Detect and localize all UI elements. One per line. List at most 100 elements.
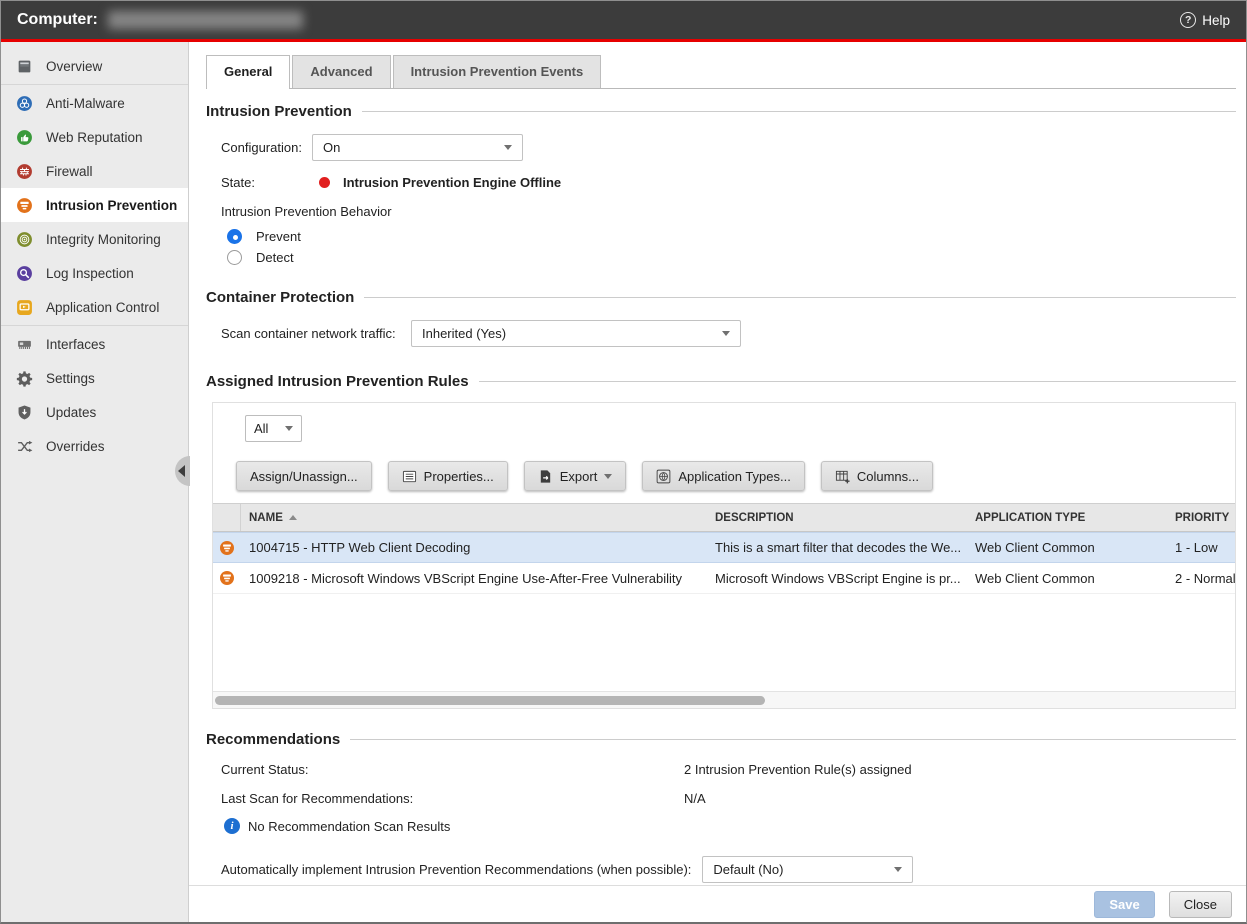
detect-label: Detect: [256, 250, 294, 265]
overview-icon: [16, 58, 33, 75]
scan-container-row: Scan container network traffic: Inherite…: [221, 320, 1236, 347]
sidebar-label: Log Inspection: [46, 266, 134, 281]
sidebar-label: Intrusion Prevention: [46, 198, 177, 213]
scan-container-select[interactable]: Inherited (Yes): [411, 320, 741, 347]
properties-label: Properties...: [424, 469, 494, 484]
sidebar-item-overrides[interactable]: Overrides: [1, 429, 188, 463]
sidebar-divider: [1, 325, 188, 326]
sidebar-label: Integrity Monitoring: [46, 232, 161, 247]
integrity-monitoring-icon: [16, 231, 33, 248]
application-types-label: Application Types...: [678, 469, 791, 484]
sidebar-divider: [1, 84, 188, 85]
sidebar-item-interfaces[interactable]: Interfaces: [1, 327, 188, 361]
section-title: Assigned Intrusion Prevention Rules: [206, 373, 469, 390]
sidebar-label: Anti-Malware: [46, 96, 125, 111]
columns-icon: [835, 469, 850, 484]
radio-row-prevent: Prevent: [227, 229, 1236, 244]
header-icon-column: [213, 504, 241, 531]
settings-gear-icon: [16, 370, 33, 387]
rule-priority: 1 - Low: [1171, 540, 1235, 555]
rules-table-header: NAME DESCRIPTION APPLICATION TYPE PRIORI…: [213, 503, 1235, 532]
intrusion-prevention-rule-icon: [219, 540, 235, 556]
current-status-row: Current Status: 2 Intrusion Prevention R…: [221, 762, 1236, 777]
prevent-radio[interactable]: [227, 229, 242, 244]
last-scan-label: Last Scan for Recommendations:: [221, 791, 684, 806]
sidebar-label: Interfaces: [46, 337, 105, 352]
section-assigned-rules: Assigned Intrusion Prevention Rules: [206, 373, 1236, 390]
chevron-down-icon: [285, 426, 293, 431]
info-message: No Recommendation Scan Results: [248, 819, 450, 834]
section-rule: [479, 381, 1236, 382]
table-empty-area: [213, 594, 1235, 691]
auto-implement-row: Automatically implement Intrusion Preven…: [221, 856, 1236, 883]
current-status-value: 2 Intrusion Prevention Rule(s) assigned: [684, 762, 912, 777]
state-label: State:: [221, 175, 319, 190]
sidebar-item-updates[interactable]: Updates: [1, 395, 188, 429]
sidebar-label: Overrides: [46, 439, 105, 454]
export-button[interactable]: Export: [524, 461, 627, 491]
assign-unassign-label: Assign/Unassign...: [250, 469, 358, 484]
collapse-arrow-icon: [178, 465, 185, 477]
scan-container-value: Inherited (Yes): [422, 326, 506, 341]
horizontal-scrollbar-thumb[interactable]: [215, 696, 765, 705]
sidebar-item-overview[interactable]: Overview: [1, 49, 188, 83]
section-rule: [364, 297, 1236, 298]
configuration-select[interactable]: On: [312, 134, 523, 161]
detect-radio[interactable]: [227, 250, 242, 265]
section-title: Container Protection: [206, 289, 354, 306]
help-button[interactable]: ? Help: [1180, 12, 1230, 28]
sidebar-label: Firewall: [46, 164, 93, 179]
auto-implement-label: Automatically implement Intrusion Preven…: [221, 862, 691, 877]
sidebar-item-application-control[interactable]: Application Control: [1, 290, 188, 324]
tab-advanced[interactable]: Advanced: [292, 55, 390, 88]
table-row[interactable]: 1004715 - HTTP Web Client Decoding This …: [213, 532, 1235, 563]
rules-filter-select[interactable]: All: [245, 415, 302, 442]
assign-unassign-button[interactable]: Assign/Unassign...: [236, 461, 372, 491]
sidebar-label: Web Reputation: [46, 130, 143, 145]
behavior-label: Intrusion Prevention Behavior: [221, 204, 392, 219]
sidebar-item-intrusion-prevention[interactable]: Intrusion Prevention: [1, 188, 188, 222]
columns-button[interactable]: Columns...: [821, 461, 933, 491]
scan-container-label: Scan container network traffic:: [221, 326, 411, 341]
sidebar-item-firewall[interactable]: Firewall: [1, 154, 188, 188]
rules-panel: All Assign/Unassign... Properties...: [212, 402, 1236, 709]
sidebar-item-web-reputation[interactable]: Web Reputation: [1, 120, 188, 154]
columns-label: Columns...: [857, 469, 919, 484]
header-name[interactable]: NAME: [241, 512, 711, 524]
auto-implement-select[interactable]: Default (No): [702, 856, 913, 883]
current-status-label: Current Status:: [221, 762, 684, 777]
anti-malware-icon: [16, 95, 33, 112]
sidebar-item-settings[interactable]: Settings: [1, 361, 188, 395]
header-description[interactable]: DESCRIPTION: [711, 512, 971, 524]
properties-button[interactable]: Properties...: [388, 461, 508, 491]
auto-implement-value: Default (No): [713, 862, 783, 877]
rules-toolbar: Assign/Unassign... Properties... Export: [236, 461, 1235, 491]
section-container-protection: Container Protection: [206, 289, 1236, 306]
rule-name: 1009218 - Microsoft Windows VBScript Eng…: [249, 571, 682, 586]
close-button[interactable]: Close: [1169, 891, 1232, 918]
configuration-label: Configuration:: [221, 140, 312, 155]
application-types-button[interactable]: Application Types...: [642, 461, 805, 491]
sidebar-item-anti-malware[interactable]: Anti-Malware: [1, 86, 188, 120]
header-name-label: NAME: [249, 512, 283, 524]
rule-name: 1004715 - HTTP Web Client Decoding: [249, 540, 470, 555]
sidebar-item-integrity-monitoring[interactable]: Integrity Monitoring: [1, 222, 188, 256]
section-title: Intrusion Prevention: [206, 103, 352, 120]
web-reputation-icon: [16, 129, 33, 146]
behavior-label-row: Intrusion Prevention Behavior: [221, 204, 1236, 219]
tab-intrusion-prevention-events[interactable]: Intrusion Prevention Events: [393, 55, 602, 88]
content-area: General Advanced Intrusion Prevention Ev…: [189, 42, 1246, 923]
rule-application-type: Web Client Common: [971, 540, 1171, 555]
table-row[interactable]: 1009218 - Microsoft Windows VBScript Eng…: [213, 563, 1235, 594]
header-application-type[interactable]: APPLICATION TYPE: [971, 512, 1171, 524]
chevron-down-icon: [504, 145, 512, 150]
section-intrusion-prevention: Intrusion Prevention: [206, 103, 1236, 120]
tab-general[interactable]: General: [206, 55, 290, 88]
sidebar-label: Updates: [46, 405, 96, 420]
intrusion-prevention-rule-icon: [219, 570, 235, 586]
status-offline-dot: [319, 177, 330, 188]
state-value: Intrusion Prevention Engine Offline: [343, 175, 561, 190]
sidebar-item-log-inspection[interactable]: Log Inspection: [1, 256, 188, 290]
sort-ascending-icon: [289, 515, 297, 520]
header-priority[interactable]: PRIORITY: [1171, 512, 1235, 524]
